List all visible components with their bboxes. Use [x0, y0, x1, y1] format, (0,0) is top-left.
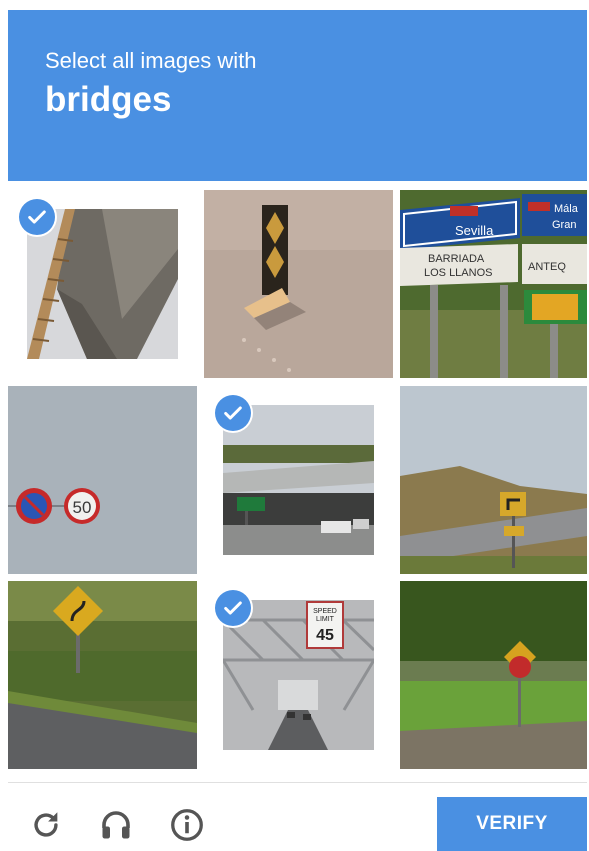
tile-image [27, 209, 178, 359]
sign-text: 45 [316, 627, 334, 644]
sign-text: Gran [552, 219, 576, 231]
reload-icon [34, 812, 58, 837]
tile-image: Sevilla BARRIADA LOS LLANOS Mála Gran AN… [400, 190, 587, 378]
tile-image [400, 386, 587, 574]
instruction-text: Select all images with [45, 48, 257, 73]
selected-check-icon [215, 395, 251, 431]
info-icon [171, 809, 203, 841]
image-tile-9[interactable] [400, 581, 587, 769]
footer-divider [8, 782, 587, 783]
sign-text: Mála [554, 203, 579, 215]
challenge-keyword: bridges [45, 80, 172, 119]
verify-button[interactable]: VERIFY [437, 797, 587, 851]
sign-text: LIMIT [316, 616, 335, 623]
info-button[interactable] [165, 803, 209, 847]
image-tile-8[interactable]: SPEED LIMIT 45 [204, 581, 393, 769]
image-tile-3[interactable]: Sevilla BARRIADA LOS LLANOS Mála Gran AN… [400, 190, 587, 378]
image-tile-2[interactable] [204, 190, 393, 378]
tile-image: SPEED LIMIT 45 [223, 600, 374, 750]
image-tile-6[interactable] [400, 386, 587, 574]
selected-check-icon [215, 590, 251, 626]
image-tile-4[interactable]: 50 [8, 386, 197, 574]
challenge-header: Select all images with bridges [8, 10, 587, 181]
sign-text: BARRIADA [428, 253, 485, 265]
tile-image [400, 581, 587, 769]
sign-text: ANTEQ [528, 261, 566, 273]
image-tile-1[interactable] [8, 190, 197, 378]
image-tile-7[interactable] [8, 581, 197, 769]
captcha-widget: Select all images with bridges Sevilla B… [0, 0, 589, 851]
tile-image [204, 190, 393, 378]
sign-text: 50 [73, 498, 92, 517]
sign-text: Sevilla [455, 223, 494, 238]
sign-text: SPEED [313, 608, 337, 615]
selected-check-icon [19, 199, 55, 235]
reload-button[interactable] [24, 803, 68, 847]
tile-image: 50 [8, 386, 197, 574]
image-tile-5[interactable] [204, 386, 393, 574]
sign-text: LOS LLANOS [424, 267, 492, 279]
audio-button[interactable] [94, 803, 138, 847]
audio-icon [102, 811, 130, 839]
tile-image [223, 405, 374, 555]
tile-image [8, 581, 197, 769]
